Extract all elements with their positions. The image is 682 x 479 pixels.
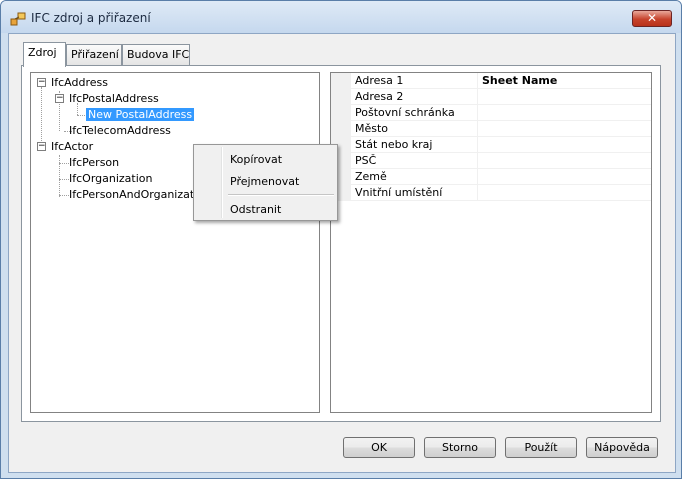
tree-node-ifcperson[interactable]: IfcPerson — [69, 156, 119, 169]
ok-button[interactable]: OK — [343, 437, 415, 458]
property-grid[interactable]: Adresa 1 Sheet Name Adresa 2 Poštovní sc… — [330, 72, 652, 413]
app-icon — [10, 12, 26, 26]
property-row[interactable]: PSČ — [331, 153, 651, 169]
row-margin — [331, 105, 351, 120]
tree-connector — [41, 87, 42, 149]
property-row[interactable]: Adresa 2 — [331, 89, 651, 105]
tab-label: Přiřazení — [71, 48, 119, 61]
property-name: Adresa 2 — [355, 90, 404, 103]
help-button[interactable]: Nápověda — [586, 437, 658, 458]
property-value[interactable] — [477, 185, 651, 200]
tree-node-ifcactor[interactable]: IfcActor — [51, 140, 93, 153]
menu-item-copy[interactable]: Kopírovat — [230, 153, 282, 166]
close-button[interactable]: ✕ — [632, 10, 672, 27]
collapse-icon[interactable]: − — [37, 78, 46, 87]
property-value[interactable] — [477, 105, 651, 120]
context-menu: Kopírovat Přejmenovat Odstranit — [193, 144, 338, 221]
cancel-button[interactable]: Storno — [424, 437, 496, 458]
menu-item-delete[interactable]: Odstranit — [230, 203, 281, 216]
tree-node-ifcpersonandorganization[interactable]: IfcPersonAndOrganization — [69, 188, 211, 201]
row-margin — [331, 121, 351, 136]
menu-item-rename[interactable]: Přejmenovat — [230, 175, 299, 188]
collapse-icon[interactable]: − — [55, 94, 64, 103]
tree-connector — [77, 115, 85, 116]
tree-connector — [59, 195, 69, 196]
title-bar[interactable]: IFC zdroj a přiřazení ✕ — [1, 1, 681, 33]
tree-node-new-postaladdress[interactable]: New PostalAddress — [86, 108, 195, 121]
tab-ifc-building[interactable]: Budova IFC — [122, 44, 190, 65]
property-value[interactable]: Sheet Name — [477, 73, 651, 88]
tab-source[interactable]: Zdroj — [23, 42, 66, 67]
property-value[interactable] — [477, 169, 651, 184]
property-name: Poštovní schránka — [355, 106, 455, 119]
tree-node-ifctelecomaddress[interactable]: IfcTelecomAddress — [69, 124, 171, 137]
tree-node-ifcpostaladdress[interactable]: IfcPostalAddress — [69, 92, 159, 105]
property-row[interactable]: Země — [331, 169, 651, 185]
tree-node-ifcaddress[interactable]: IfcAddress — [51, 76, 108, 89]
property-name: PSČ — [355, 154, 377, 167]
property-value[interactable] — [477, 137, 651, 152]
row-margin — [331, 89, 351, 104]
tab-panel-source: − IfcAddress − IfcPostalAddress New Post… — [21, 65, 661, 422]
property-value[interactable] — [477, 121, 651, 136]
property-row[interactable]: Poštovní schránka — [331, 105, 651, 121]
collapse-icon[interactable]: − — [37, 142, 46, 151]
apply-button[interactable]: Použít — [505, 437, 577, 458]
property-row[interactable]: Město — [331, 121, 651, 137]
menu-separator — [228, 194, 334, 196]
property-value[interactable] — [477, 153, 651, 168]
property-name: Vnitřní umístění — [355, 186, 443, 199]
property-value[interactable] — [477, 89, 651, 104]
property-name: Země — [355, 170, 387, 183]
tree-connector — [59, 163, 69, 164]
ifc-tree-view[interactable]: − IfcAddress − IfcPostalAddress New Post… — [30, 72, 320, 413]
tab-mapping[interactable]: Přiřazení — [66, 44, 122, 65]
tree-connector — [59, 179, 69, 180]
client-area: Zdroj Přiřazení Budova IFC − IfcAddress — [8, 33, 676, 473]
row-margin — [331, 73, 351, 88]
property-name: Stát nebo kraj — [355, 138, 433, 151]
property-name: Adresa 1 — [355, 74, 404, 87]
tab-label: Budova IFC — [127, 48, 190, 61]
property-row[interactable]: Stát nebo kraj — [331, 137, 651, 153]
menu-gutter — [221, 147, 223, 218]
dialog-window: IFC zdroj a přiřazení ✕ Zdroj Přiřazení … — [0, 0, 682, 479]
tab-label: Zdroj — [28, 46, 57, 59]
property-name: Město — [355, 122, 389, 135]
tree-node-ifcorganization[interactable]: IfcOrganization — [69, 172, 153, 185]
property-row[interactable]: Vnitřní umístění — [331, 185, 651, 201]
property-row[interactable]: Adresa 1 Sheet Name — [331, 73, 651, 89]
window-title: IFC zdroj a přiřazení — [31, 11, 151, 25]
close-icon: ✕ — [646, 11, 658, 25]
tree-connector — [59, 155, 60, 197]
